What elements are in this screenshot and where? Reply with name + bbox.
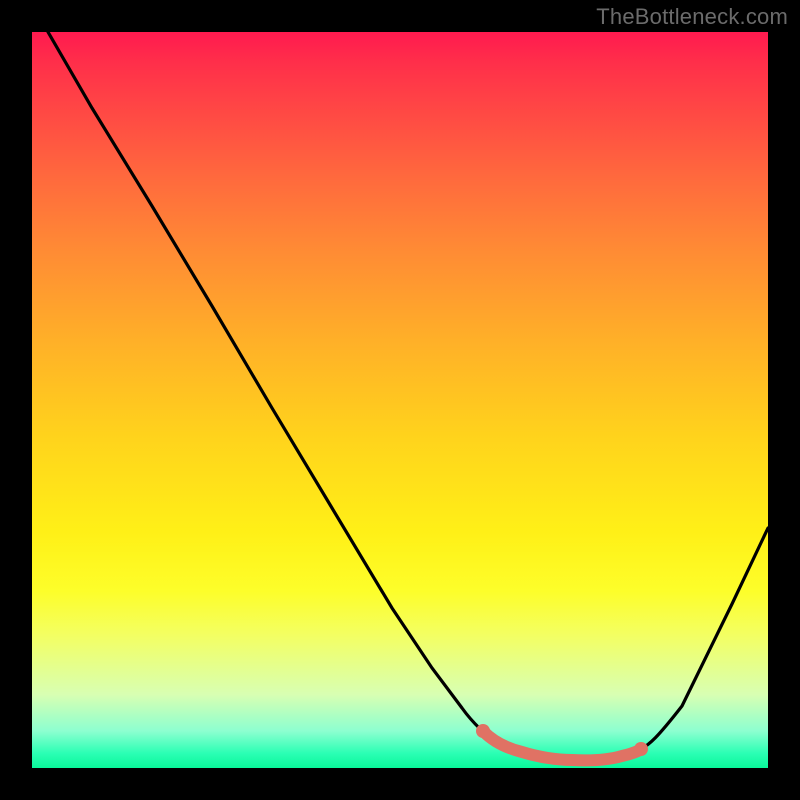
highlight-segment <box>484 732 640 760</box>
bottleneck-curve <box>48 32 768 761</box>
curve-svg <box>32 32 768 768</box>
chart-frame: TheBottleneck.com <box>0 0 800 800</box>
plot-area <box>32 32 768 768</box>
highlight-start-dot <box>476 724 490 738</box>
watermark-text: TheBottleneck.com <box>596 4 788 30</box>
highlight-end-dot <box>634 742 648 756</box>
